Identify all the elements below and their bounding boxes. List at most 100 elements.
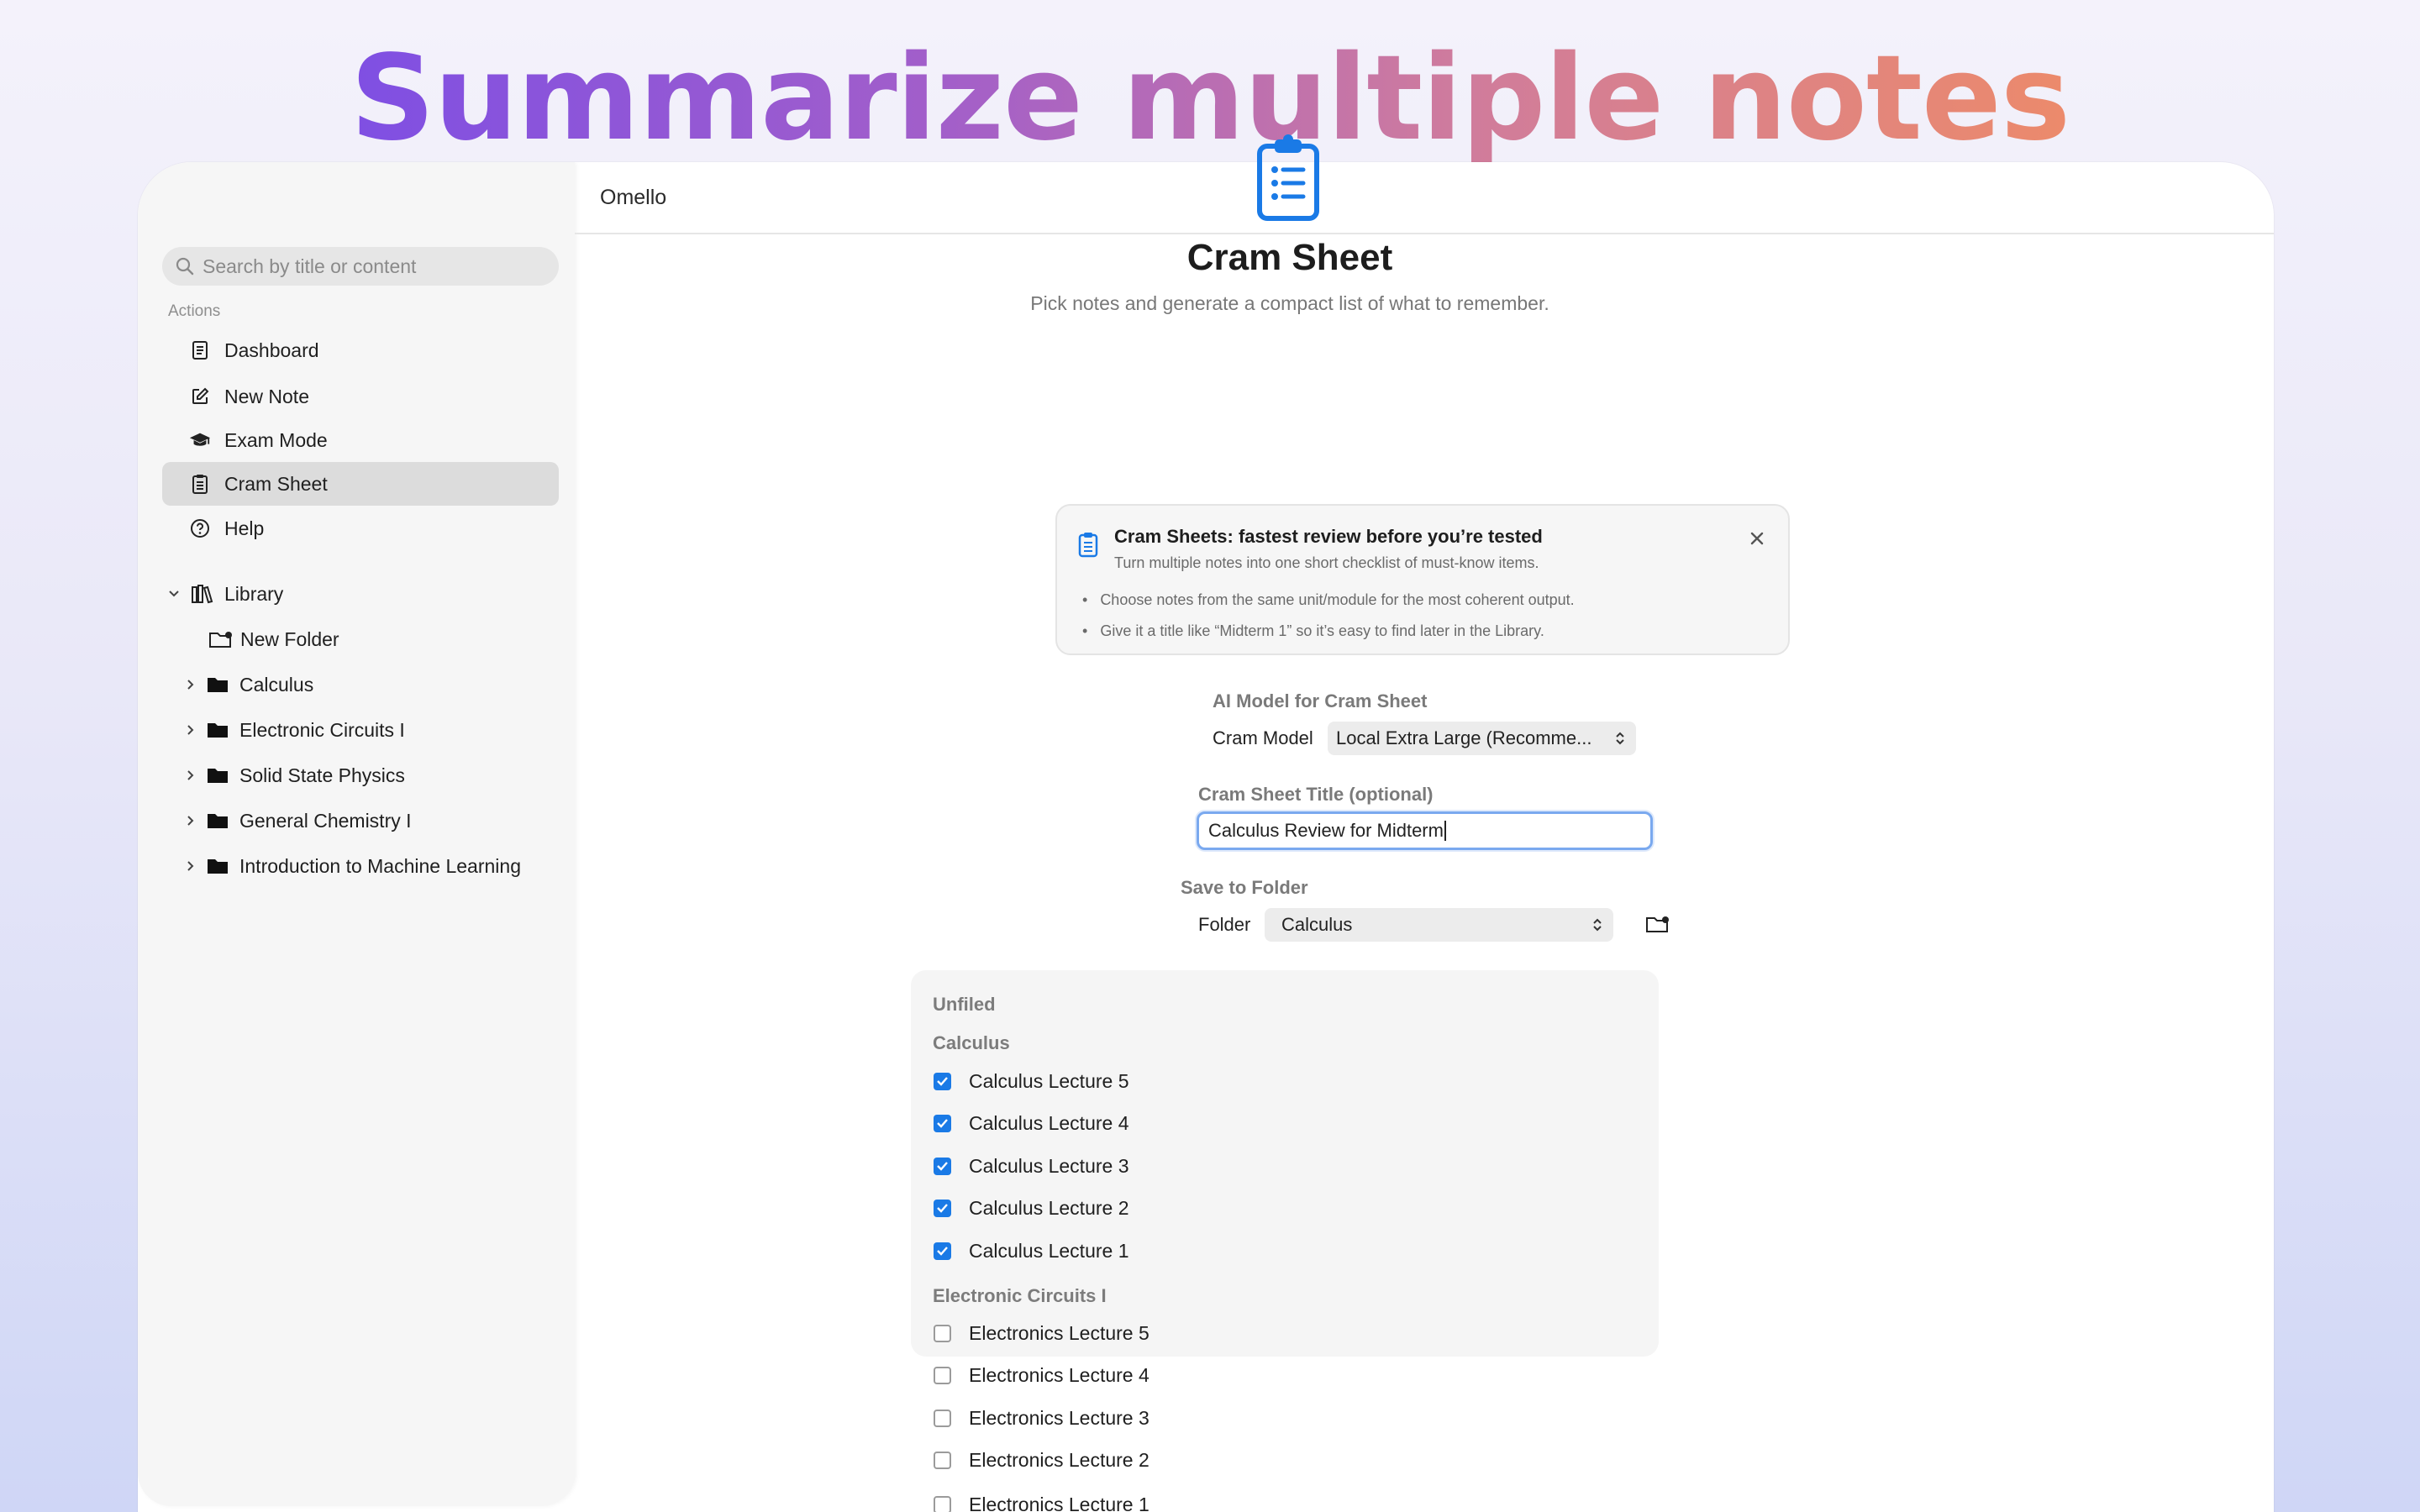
folder-item[interactable]: Introduction to Machine Learning xyxy=(162,848,521,885)
page-title: Cram Sheet xyxy=(1186,237,1393,278)
checkbox[interactable] xyxy=(934,1114,951,1132)
text-caret xyxy=(1444,821,1446,841)
model-select[interactable]: Local Extra Large (Recomme... xyxy=(1328,722,1636,755)
note-label: Calculus Lecture 2 xyxy=(969,1196,1129,1219)
sheet-title-value: Calculus Review for Midterm xyxy=(1208,820,1444,841)
chevron-down-icon[interactable] xyxy=(167,587,181,601)
sheet-title-input[interactable]: Calculus Review for Midterm xyxy=(1197,811,1653,850)
folder-item[interactable]: Electronic Circuits I xyxy=(162,711,405,748)
note-label: Electronics Lecture 5 xyxy=(969,1321,1150,1344)
note-row[interactable]: Calculus Lecture 3 xyxy=(934,1151,1129,1181)
model-field-label: Cram Model xyxy=(1213,727,1313,748)
dashboard-icon xyxy=(189,339,211,361)
new-folder-icon xyxy=(208,629,235,649)
headline: Summarize multiple notes xyxy=(350,30,2070,167)
sidebar-item-exam-mode[interactable]: Exam Mode xyxy=(162,418,559,462)
sidebar-item-dashboard[interactable]: Dashboard xyxy=(162,328,559,372)
search-field[interactable] xyxy=(162,247,559,286)
note-label: Calculus Lecture 4 xyxy=(969,1111,1129,1134)
folder-label: Introduction to Machine Learning xyxy=(239,854,521,877)
sheet-title-section-label: Cram Sheet Title (optional) xyxy=(1198,784,1434,805)
note-row[interactable]: Electronics Lecture 1 xyxy=(934,1485,1150,1512)
note-label: Electronics Lecture 4 xyxy=(969,1363,1150,1386)
books-icon xyxy=(191,584,216,604)
note-row[interactable]: Electronics Lecture 2 xyxy=(934,1445,1150,1475)
model-section-label: AI Model for Cram Sheet xyxy=(1213,690,1428,711)
folder-icon xyxy=(206,721,229,739)
sidebar-item-label: Dashboard xyxy=(224,339,319,361)
folder-label: General Chemistry I xyxy=(239,809,412,832)
checkbox[interactable] xyxy=(934,1242,951,1260)
chevron-right-icon[interactable] xyxy=(184,678,197,691)
info-subtitle: Turn multiple notes into one short check… xyxy=(1114,554,1539,571)
note-row[interactable]: Calculus Lecture 1 xyxy=(934,1236,1129,1266)
info-title: Cram Sheets: fastest review before you’r… xyxy=(1114,526,1543,547)
note-label: Electronics Lecture 1 xyxy=(969,1493,1150,1512)
sidebar: Actions Dashboard New Note Exam Mode Cra… xyxy=(138,162,575,1506)
folder-select[interactable]: Calculus xyxy=(1265,908,1613,942)
checkbox[interactable] xyxy=(934,1366,951,1384)
note-row[interactable]: Electronics Lecture 4 xyxy=(934,1360,1150,1390)
new-folder-item[interactable]: New Folder xyxy=(208,621,339,658)
folder-item[interactable]: General Chemistry I xyxy=(162,802,412,839)
folder-label: Electronic Circuits I xyxy=(239,718,405,741)
group-label: Electronic Circuits I xyxy=(933,1285,1107,1306)
folder-icon xyxy=(206,811,229,830)
model-select-value: Local Extra Large (Recomme... xyxy=(1336,727,1592,748)
new-folder-label: New Folder xyxy=(240,627,339,650)
folder-item[interactable]: Solid State Physics xyxy=(162,757,405,794)
graduation-cap-icon xyxy=(189,429,211,451)
folder-icon xyxy=(206,766,229,785)
checkbox[interactable] xyxy=(934,1072,951,1090)
checkbox[interactable] xyxy=(934,1324,951,1342)
chevron-right-icon[interactable] xyxy=(184,859,197,873)
folder-select-value: Calculus xyxy=(1281,914,1353,935)
note-row[interactable]: Calculus Lecture 4 xyxy=(934,1108,1129,1138)
folder-label: Calculus xyxy=(239,673,314,696)
info-bullet: • Give it a title like “Midterm 1” so it… xyxy=(1082,622,1544,639)
library-header[interactable]: Library xyxy=(162,575,283,612)
note-label: Electronics Lecture 2 xyxy=(969,1448,1150,1471)
question-circle-icon xyxy=(189,517,211,539)
group-label-unfiled: Unfiled xyxy=(933,994,996,1015)
checkbox[interactable] xyxy=(934,1451,951,1469)
folder-label: Solid State Physics xyxy=(239,764,405,786)
library-label: Library xyxy=(224,582,284,605)
page-subtitle: Pick notes and generate a compact list o… xyxy=(1030,292,1549,314)
search-input[interactable] xyxy=(201,254,540,279)
title-bar: Omello xyxy=(575,162,2274,234)
sidebar-item-label: Cram Sheet xyxy=(224,472,328,495)
clipboard-icon xyxy=(1078,533,1098,558)
note-label: Calculus Lecture 5 xyxy=(969,1069,1129,1092)
compose-icon xyxy=(189,386,211,407)
checkbox[interactable] xyxy=(934,1495,951,1512)
clipboard-icon xyxy=(189,473,211,495)
note-label: Electronics Lecture 3 xyxy=(969,1406,1150,1429)
sidebar-item-new-note[interactable]: New Note xyxy=(162,375,559,418)
close-icon[interactable] xyxy=(1748,529,1766,548)
note-row[interactable]: Electronics Lecture 3 xyxy=(934,1403,1150,1433)
checkbox[interactable] xyxy=(934,1157,951,1175)
new-folder-icon[interactable] xyxy=(1645,914,1670,934)
folder-icon xyxy=(206,857,229,875)
folder-item[interactable]: Calculus xyxy=(162,666,313,703)
chevron-right-icon[interactable] xyxy=(184,723,197,737)
sidebar-item-label: Exam Mode xyxy=(224,428,328,451)
search-icon xyxy=(176,257,194,276)
sidebar-item-help[interactable]: Help xyxy=(162,507,559,550)
sidebar-item-cram-sheet[interactable]: Cram Sheet xyxy=(162,462,559,506)
clipboard-icon xyxy=(1257,134,1319,221)
info-card: Cram Sheets: fastest review before you’r… xyxy=(1055,504,1790,655)
folder-field-label: Folder xyxy=(1198,914,1251,935)
note-row[interactable]: Calculus Lecture 2 xyxy=(934,1193,1129,1223)
chevron-right-icon[interactable] xyxy=(184,769,197,782)
checkbox[interactable] xyxy=(934,1409,951,1427)
note-row[interactable]: Electronics Lecture 5 xyxy=(934,1318,1150,1348)
chevron-updown-icon xyxy=(1593,918,1602,932)
note-row[interactable]: Calculus Lecture 5 xyxy=(934,1066,1129,1096)
checkbox[interactable] xyxy=(934,1199,951,1217)
actions-section-label: Actions xyxy=(168,302,221,320)
chevron-right-icon[interactable] xyxy=(184,814,197,827)
save-section-label: Save to Folder xyxy=(1181,877,1308,898)
sidebar-item-label: Help xyxy=(224,517,265,539)
